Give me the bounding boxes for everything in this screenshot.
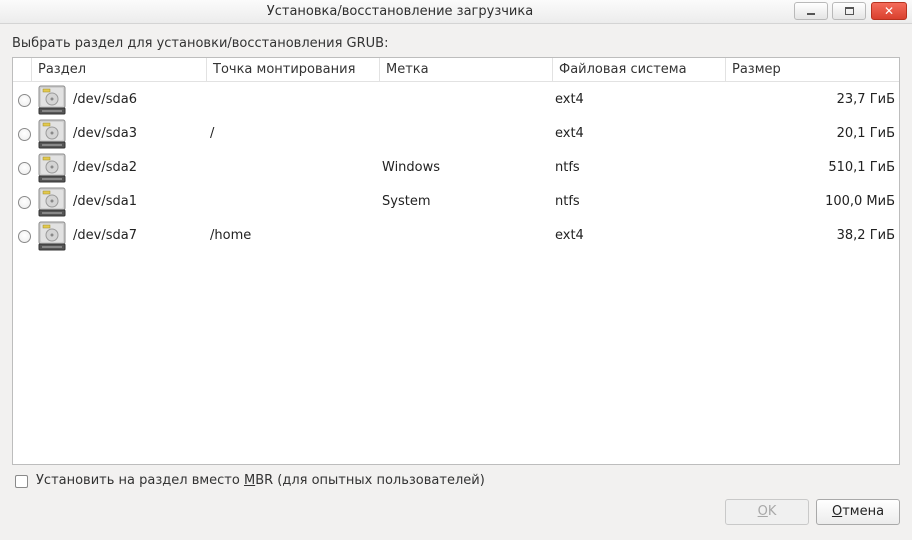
partition-prompt: Выбрать раздел для установки/восстановле… <box>12 36 389 51</box>
filesystem: ext4 <box>555 228 584 243</box>
cancel-button-mnemonic: О <box>831 504 843 519</box>
filesystem: ext4 <box>555 126 584 141</box>
install-to-partition-checkbox[interactable] <box>15 475 28 488</box>
filesystem: ntfs <box>555 194 580 209</box>
partition-radio[interactable] <box>18 196 31 209</box>
hard-disk-icon <box>38 187 66 217</box>
partition-radio[interactable] <box>18 94 31 107</box>
partition-size: 100,0 МиБ <box>825 194 895 209</box>
partition-name: /dev/sda2 <box>73 160 137 175</box>
window-title: Установка/восстановление загрузчика <box>266 4 534 19</box>
maximize-button[interactable] <box>832 2 866 20</box>
partition-radio[interactable] <box>18 162 31 175</box>
table-row[interactable]: /dev/sda2 Windows ntfs 510,1 ГиБ <box>13 151 899 185</box>
table-row[interactable]: /dev/sda3 / ext4 20,1 ГиБ <box>13 117 899 151</box>
partition-size: 38,2 ГиБ <box>836 228 895 243</box>
hard-disk-icon <box>38 221 66 251</box>
option-label-mnemonic: M <box>243 473 256 488</box>
grub-install-dialog: Установка/восстановление загрузчика ✕ Вы… <box>0 0 912 540</box>
ok-button-rest: K <box>767 504 777 519</box>
table-row[interactable]: /dev/sda6 ext4 23,7 ГиБ <box>13 83 899 117</box>
minimize-icon <box>807 13 815 15</box>
mount-point: /home <box>210 228 252 243</box>
partition-table: Раздел Точка монтирования Метка Файловая… <box>12 57 900 465</box>
column-header-size[interactable]: Размер <box>725 58 899 82</box>
filesystem: ntfs <box>555 160 580 175</box>
partition-radio[interactable] <box>18 128 31 141</box>
partition-name: /dev/sda6 <box>73 92 137 107</box>
close-icon: ✕ <box>883 4 895 18</box>
table-row[interactable]: /dev/sda7/home ext4 38,2 ГиБ <box>13 219 899 253</box>
column-header-filesystem[interactable]: Файловая система <box>552 58 725 82</box>
partition-name: /dev/sda7 <box>73 228 137 243</box>
mount-point: / <box>210 126 215 141</box>
partition-radio[interactable] <box>18 230 31 243</box>
maximize-icon <box>844 7 854 15</box>
partition-size: 20,1 ГиБ <box>836 126 895 141</box>
ok-button[interactable]: OK <box>725 499 809 525</box>
partition-label: System <box>382 194 431 209</box>
column-header-partition[interactable]: Раздел <box>31 58 206 82</box>
ok-button-mnemonic: O <box>757 504 768 519</box>
table-header: Раздел Точка монтирования Метка Файловая… <box>13 58 899 82</box>
option-label-after: BR (для опытных пользователей) <box>255 473 485 488</box>
hard-disk-icon <box>38 85 66 115</box>
cancel-button-rest: тмена <box>842 504 885 519</box>
partition-size: 510,1 ГиБ <box>828 160 895 175</box>
install-to-partition-label[interactable]: Установить на раздел вместо MBR (для опы… <box>36 473 485 488</box>
column-header-label[interactable]: Метка <box>379 58 552 82</box>
hard-disk-icon <box>38 153 66 183</box>
table-row[interactable]: /dev/sda1 System ntfs 100,0 МиБ <box>13 185 899 219</box>
option-label-before: Установить на раздел вместо <box>36 473 244 488</box>
filesystem: ext4 <box>555 92 584 107</box>
cancel-button[interactable]: Отмена <box>816 499 900 525</box>
partition-name: /dev/sda3 <box>73 126 137 141</box>
close-button[interactable]: ✕ <box>871 2 907 20</box>
partition-label: Windows <box>382 160 441 175</box>
minimize-button[interactable] <box>794 2 828 20</box>
title-bar[interactable]: Установка/восстановление загрузчика ✕ <box>0 0 912 24</box>
partition-size: 23,7 ГиБ <box>836 92 895 107</box>
column-header-mount-point[interactable]: Точка монтирования <box>206 58 379 82</box>
hard-disk-icon <box>38 119 66 149</box>
partition-name: /dev/sda1 <box>73 194 137 209</box>
